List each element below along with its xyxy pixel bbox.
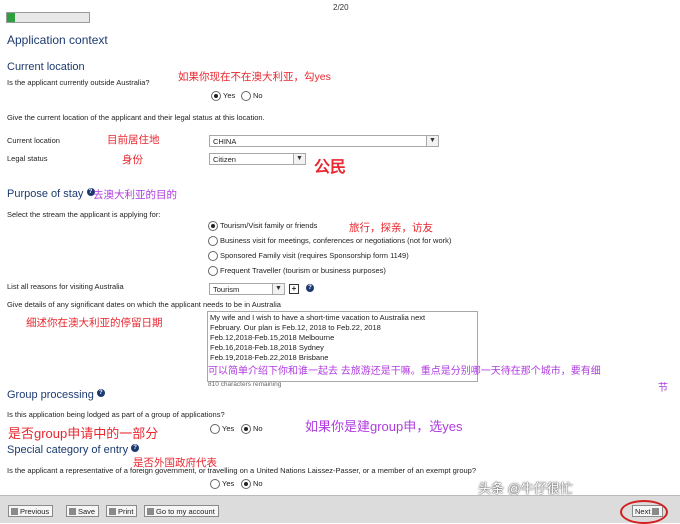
page-counter: 2/20 xyxy=(333,3,349,12)
group-no-radio[interactable]: No xyxy=(241,424,263,435)
section-group-processing: Group processing ? xyxy=(7,389,105,401)
dates-line: My wife and I wish to have a short-time … xyxy=(210,313,426,322)
annotation-tourism: 旅行，探亲，访友 xyxy=(349,222,433,234)
stream-business-radio[interactable]: Business visit for meetings, conferences… xyxy=(208,236,452,247)
section-current-location: Current location xyxy=(7,61,85,73)
dates-line: Feb.16,2018-Feb.18,2018 Sydney xyxy=(210,343,324,352)
stream-sponsored-radio[interactable]: Sponsored Family visit (requires Sponsor… xyxy=(208,251,409,262)
print-icon xyxy=(109,508,116,515)
save-label: Save xyxy=(78,507,96,516)
stream-question: Select the stream the applicant is apply… xyxy=(7,210,161,219)
save-button[interactable]: Save xyxy=(66,505,100,517)
outside-yes-label: Yes xyxy=(223,91,236,100)
group-yes-label: Yes xyxy=(222,424,235,433)
current-location-select[interactable]: CHINA ▼ xyxy=(209,135,439,147)
annotation-outside-australia: 如果你现在不在澳大利亚，勾yes xyxy=(178,71,331,83)
radio-checked-icon xyxy=(241,479,251,490)
chevron-down-icon: ▼ xyxy=(426,136,438,146)
annotation-citizen: 公民 xyxy=(314,159,347,176)
page-title: Application context xyxy=(7,33,108,47)
radio-icon xyxy=(208,266,218,277)
previous-label: Previous xyxy=(20,507,50,516)
chars-remaining: 810 characters remaining xyxy=(208,381,282,388)
reason-value: Tourism xyxy=(213,285,240,294)
current-location-value: CHINA xyxy=(213,137,237,146)
group-title: Group processing xyxy=(7,389,94,401)
stream-business-label: Business visit for meetings, conferences… xyxy=(220,236,452,245)
radio-checked-icon xyxy=(211,91,221,102)
chevron-down-icon: ▼ xyxy=(293,154,305,164)
section-purpose-of-stay: Purpose of stay ? xyxy=(7,188,95,200)
dates-line: Feb.12,2018-Feb.15,2018 Melbourne xyxy=(210,333,335,342)
progress-bar xyxy=(6,12,90,23)
save-icon xyxy=(69,508,76,515)
reason-select[interactable]: Tourism ▼ xyxy=(209,283,285,295)
outside-australia-question: Is the applicant currently outside Austr… xyxy=(7,78,150,87)
radio-icon xyxy=(241,91,251,102)
previous-button[interactable]: Previous xyxy=(8,505,54,517)
outside-no-label: No xyxy=(253,91,263,100)
annotation-legal-status: 身份 xyxy=(122,154,143,166)
progress-bar-fill xyxy=(7,13,16,22)
legal-status-label: Legal status xyxy=(7,154,48,163)
footer-toolbar: Previous Save Print Go to my account Nex… xyxy=(0,495,680,523)
current-location-label: Current location xyxy=(7,136,60,145)
print-label: Print xyxy=(118,507,134,516)
reasons-label: List all reasons for visiting Australia xyxy=(7,282,124,291)
special-yes-label: Yes xyxy=(222,479,235,488)
help-icon[interactable]: ? xyxy=(306,284,314,292)
dates-label: Give details of any significant dates on… xyxy=(7,300,281,309)
account-button[interactable]: Go to my account xyxy=(144,505,219,517)
radio-icon xyxy=(210,424,220,435)
add-reason-button[interactable]: + xyxy=(289,284,299,294)
special-question: Is the applicant a representative of a f… xyxy=(7,466,477,475)
special-no-radio[interactable]: No xyxy=(241,479,263,490)
annotation-itinerary-detail-end: 节 xyxy=(658,383,668,394)
dates-line: February. Our plan is Feb.12, 2018 to Fe… xyxy=(210,323,381,332)
help-icon[interactable]: ? xyxy=(131,444,140,452)
annotation-group-yes: 如果你是建group申，选yes xyxy=(305,419,463,434)
help-icon[interactable]: ? xyxy=(96,389,105,397)
account-icon xyxy=(147,508,154,515)
group-no-label: No xyxy=(253,424,263,433)
special-yes-radio[interactable]: Yes xyxy=(210,479,235,490)
annotation-stay-dates: 细述你在澳大利亚的停留日期 xyxy=(26,317,163,329)
outside-no-radio[interactable]: No xyxy=(241,91,263,102)
radio-icon xyxy=(210,479,220,490)
special-no-label: No xyxy=(253,479,263,488)
annotation-circle xyxy=(620,500,668,524)
group-yes-radio[interactable]: Yes xyxy=(210,424,235,435)
legal-status-select[interactable]: Citizen ▼ xyxy=(209,153,306,165)
purpose-title: Purpose of stay xyxy=(7,188,84,200)
stream-tourism-label: Tourism/Visit family or friends xyxy=(220,221,318,230)
radio-checked-icon xyxy=(241,424,251,435)
outside-yes-radio[interactable]: Yes xyxy=(211,91,236,102)
section-special-category: Special category of entry ? xyxy=(7,444,140,456)
annotation-group-part: 是否group申请中的一部分 xyxy=(8,426,159,441)
annotation-current-location: 目前居住地 xyxy=(107,134,160,146)
account-label: Go to my account xyxy=(156,507,215,516)
annotation-purpose: 去澳大利亚的目的 xyxy=(93,189,177,201)
legal-status-value: Citizen xyxy=(213,155,236,164)
stream-frequent-radio[interactable]: Frequent Traveller (tourism or business … xyxy=(208,266,386,277)
special-title: Special category of entry xyxy=(7,444,129,456)
group-question: Is this application being lodged as part… xyxy=(7,410,225,419)
radio-checked-icon xyxy=(208,221,218,232)
stream-frequent-label: Frequent Traveller (tourism or business … xyxy=(220,266,386,275)
stream-tourism-radio[interactable]: Tourism/Visit family or friends xyxy=(208,221,318,232)
location-note: Give the current location of the applica… xyxy=(7,113,265,122)
radio-icon xyxy=(208,251,218,262)
stream-sponsored-label: Sponsored Family visit (requires Sponsor… xyxy=(220,251,409,260)
print-button[interactable]: Print xyxy=(106,505,138,517)
annotation-itinerary-detail: 可以简单介绍下你和谁一起去 去旅游还是干嘛。重点是分别哪一天待在那个城市，要有细 xyxy=(208,366,601,377)
radio-icon xyxy=(208,236,218,247)
arrow-left-icon xyxy=(11,508,18,515)
chevron-down-icon: ▼ xyxy=(272,284,284,294)
